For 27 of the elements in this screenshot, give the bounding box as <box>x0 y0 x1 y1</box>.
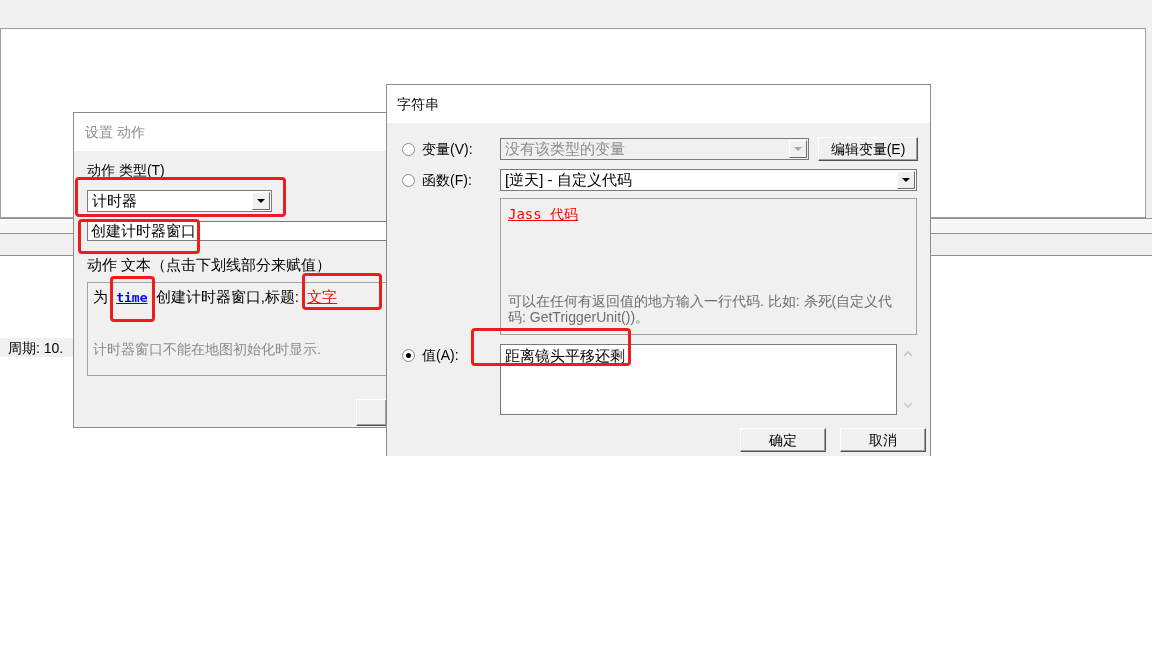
edit-variable-button[interactable]: 编辑变量(E) <box>818 137 918 161</box>
note-text: 计时器窗口不能在地图初始化时显示. <box>93 341 321 357</box>
radio-button[interactable] <box>402 142 415 156</box>
caret-down-icon[interactable] <box>252 192 270 210</box>
caret-down-icon[interactable] <box>897 171 915 189</box>
action-text-label: 动作 文本（点击下划线部分来赋值） <box>87 257 332 272</box>
action-field[interactable]: 创建计时器窗口 <box>87 221 386 241</box>
jass-code-link[interactable]: Jass 代码 <box>508 206 579 222</box>
radio-button[interactable] <box>402 348 415 362</box>
period-label: 周期: 10. <box>8 339 64 356</box>
description-text: 可以在任何有返回值的地方输入一行代码. 比如: 杀死(自定义代码: GetTriggerUnit())。 <box>508 293 894 325</box>
option-label: 值(A): <box>422 347 459 363</box>
function-dropdown[interactable]: [逆天] - 自定义代码 <box>500 169 917 191</box>
highlight-frame <box>110 276 155 322</box>
dialog-title: 字符串 <box>397 96 439 112</box>
radio-button[interactable] <box>402 173 415 187</box>
dialog-title: 设置 动作 <box>85 124 145 140</box>
category-dropdown[interactable]: 计时器 <box>87 190 272 212</box>
option-label: 变量(V): <box>422 141 473 157</box>
parameter-link[interactable]: time <box>116 290 148 305</box>
action-sentence: 为 time 创建计时器窗口,标题: 文字 <box>93 288 338 307</box>
value-text-area[interactable]: 距离镜头平移还剩 <box>500 344 897 415</box>
dialog-button[interactable] <box>356 399 386 426</box>
parameter-link[interactable]: 文字 <box>307 288 338 305</box>
option-label: 函数(F): <box>422 172 472 188</box>
ok-button[interactable]: 确定 <box>740 428 826 452</box>
cancel-button[interactable]: 取消 <box>840 428 926 452</box>
